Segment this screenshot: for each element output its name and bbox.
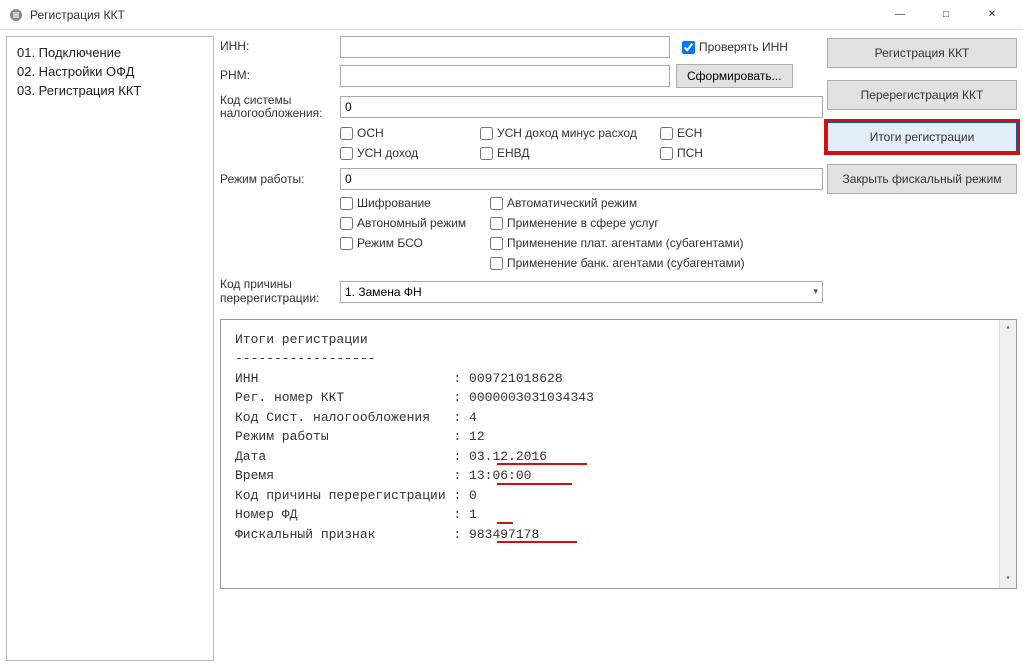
report-fisk: Фискальный признак : 983497178: [235, 525, 1002, 545]
chevron-down-icon: ▾: [813, 286, 818, 297]
report-inn: ИНН : 009721018628: [235, 369, 1002, 389]
report-rereg: Код причины перерегистрации : 0: [235, 486, 1002, 506]
sidebar-item-connection[interactable]: 01. Подключение: [17, 43, 203, 62]
close-button[interactable]: ✕: [969, 0, 1015, 30]
maximize-button[interactable]: □: [923, 0, 969, 30]
content: ИНН: Проверять ИНН РНМ: Сформировать... …: [214, 30, 1023, 667]
results-button[interactable]: Итоги регистрации: [827, 122, 1017, 152]
mode-services[interactable]: Применение в сфере услуг: [490, 216, 770, 230]
window-title: Регистрация ККТ: [30, 8, 877, 22]
inn-input[interactable]: [340, 36, 670, 58]
tax-eshn[interactable]: ЕСН: [660, 126, 780, 140]
report-sep: ------------------: [235, 349, 1002, 369]
rereg-label: Код причины перерегистрации:: [220, 278, 340, 304]
sidebar: 01. Подключение 02. Настройки ОФД 03. Ре…: [6, 36, 214, 661]
rereg-value: 1. Замена ФН: [345, 285, 422, 299]
report-reg: Рег. номер ККТ : 0000003031034343: [235, 388, 1002, 408]
mode-autonomous[interactable]: Автономный режим: [340, 216, 490, 230]
report-date: Дата : 03.12.2016: [235, 447, 1002, 467]
register-button[interactable]: Регистрация ККТ: [827, 38, 1017, 68]
scroll-down-icon[interactable]: ▾: [1000, 571, 1016, 588]
sidebar-item-ofd-settings[interactable]: 02. Настройки ОФД: [17, 62, 203, 81]
tax-envd[interactable]: ЕНВД: [480, 146, 660, 160]
report-scrollbar[interactable]: ▴ ▾: [999, 320, 1016, 588]
scroll-up-icon[interactable]: ▴: [1000, 320, 1016, 337]
mode-bank-agents[interactable]: Применение банк. агентами (субагентами): [490, 256, 770, 270]
tax-code-label: Код системы налогообложения:: [220, 94, 340, 120]
tax-osn[interactable]: ОСН: [340, 126, 480, 140]
mode-pay-agents[interactable]: Применение плат. агентами (субагентами): [490, 236, 770, 250]
check-inn-label: Проверять ИНН: [699, 40, 788, 54]
tax-psn[interactable]: ПСН: [660, 146, 780, 160]
close-fiscal-button[interactable]: Закрыть фискальный режим: [827, 164, 1017, 194]
rnm-label: РНМ:: [220, 69, 340, 82]
mode-encrypt[interactable]: Шифрование: [340, 196, 490, 210]
mode-input[interactable]: [340, 168, 823, 190]
check-inn[interactable]: Проверять ИНН: [682, 40, 788, 54]
mode-label: Режим работы:: [220, 173, 340, 186]
reregister-button[interactable]: Перерегистрация ККТ: [827, 80, 1017, 110]
report-output: Итоги регистрации ------------------ ИНН…: [220, 319, 1017, 589]
mode-bso[interactable]: Режим БСО: [340, 236, 490, 250]
tax-usn-exp[interactable]: УСН доход минус расход: [480, 126, 660, 140]
titlebar: Регистрация ККТ — □ ✕: [0, 0, 1023, 30]
generate-button[interactable]: Сформировать...: [676, 64, 793, 88]
report-fd: Номер ФД : 1: [235, 505, 1002, 525]
mode-auto[interactable]: Автоматический режим: [490, 196, 770, 210]
minimize-button[interactable]: —: [877, 0, 923, 30]
report-mode: Режим работы : 12: [235, 427, 1002, 447]
rnm-input[interactable]: [340, 65, 670, 87]
report-time: Время : 13:06:00: [235, 466, 1002, 486]
tax-code-input[interactable]: [340, 96, 823, 118]
sidebar-item-registration[interactable]: 03. Регистрация ККТ: [17, 81, 203, 100]
report-title: Итоги регистрации: [235, 330, 1002, 350]
app-icon: [8, 7, 24, 23]
check-inn-box[interactable]: [682, 41, 695, 54]
rereg-dropdown[interactable]: 1. Замена ФН ▾: [340, 281, 823, 303]
inn-label: ИНН:: [220, 40, 340, 53]
tax-usn-inc[interactable]: УСН доход: [340, 146, 480, 160]
report-tax: Код Сист. налогообложения : 4: [235, 408, 1002, 428]
